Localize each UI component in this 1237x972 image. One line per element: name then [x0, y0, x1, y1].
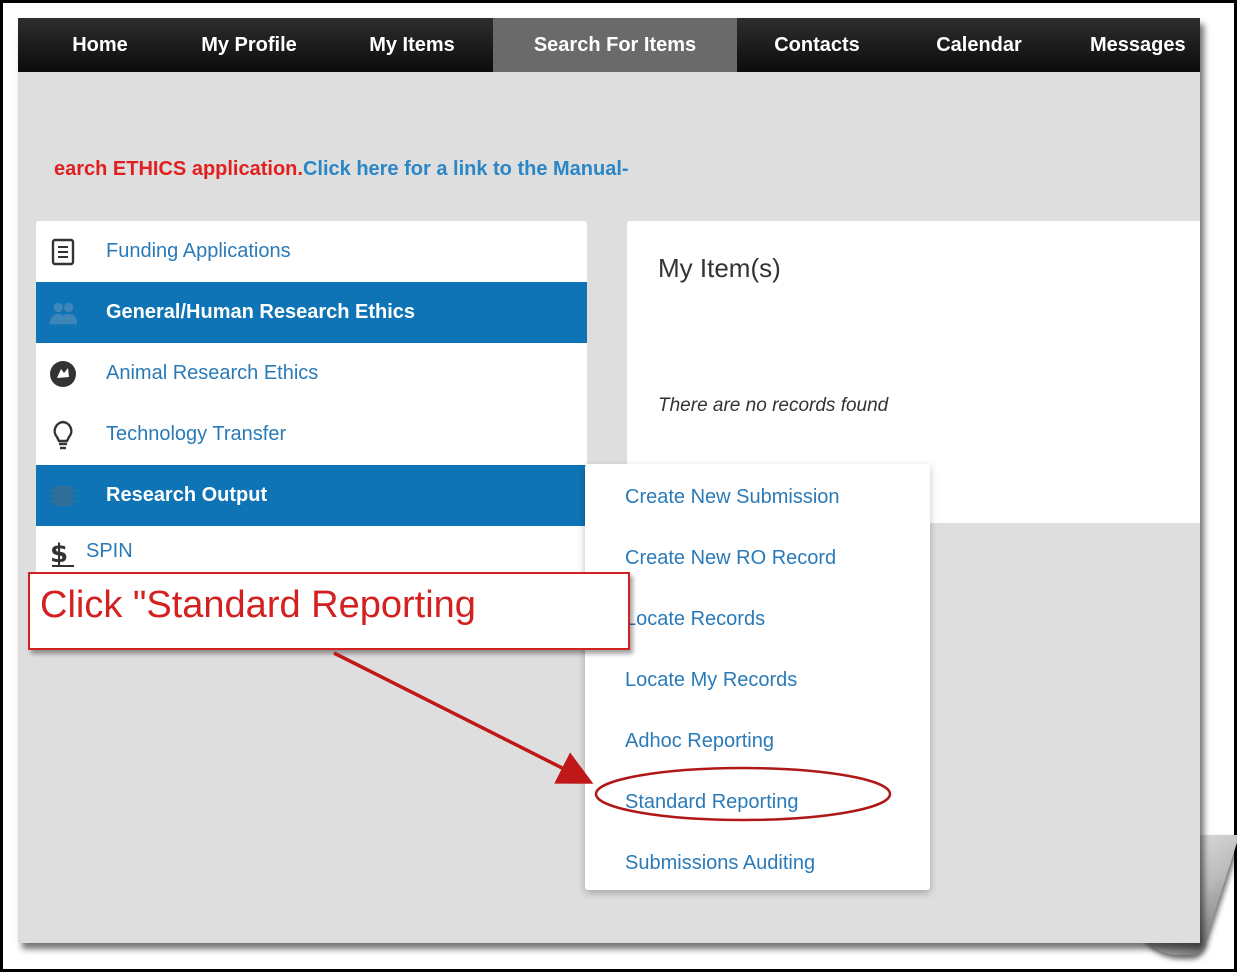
annotation-overlay [333, 651, 892, 822]
annotation-arrow [333, 651, 594, 784]
app-page: Home My Profile My Items Search For Item… [18, 18, 1200, 943]
highlight-ellipse [594, 766, 892, 822]
